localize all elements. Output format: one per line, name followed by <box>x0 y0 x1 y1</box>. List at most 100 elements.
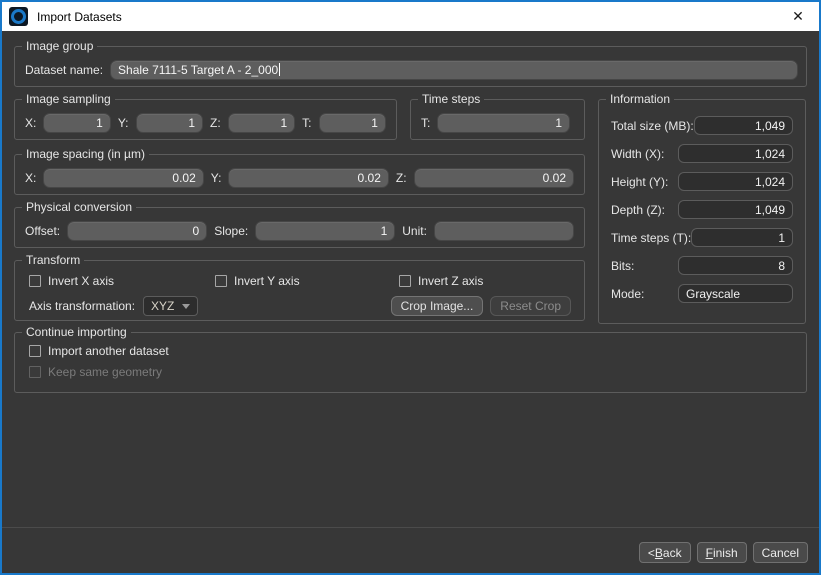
reset-crop-button: Reset Crop <box>490 296 571 316</box>
time-steps-t-label: T: <box>421 116 430 130</box>
keep-same-geometry-checkbox: Keep same geometry <box>29 365 162 379</box>
image-sampling-title: Image sampling <box>22 92 115 107</box>
image-group-title: Image group <box>22 39 97 54</box>
invert-y-axis-checkbox[interactable]: Invert Y axis <box>215 274 300 288</box>
close-icon: ✕ <box>792 8 804 25</box>
finish-button[interactable]: F inish <box>697 542 747 563</box>
info-time-steps-value: 1 <box>691 228 793 247</box>
spacing-z-label: Z: <box>396 171 407 185</box>
info-row-time-steps: Time steps (T): 1 <box>611 228 793 247</box>
dataset-name-input[interactable]: Shale 7111-5 Target A - 2_000 <box>110 60 798 80</box>
offset-label: Offset: <box>25 224 60 238</box>
app-logo-ring-icon <box>11 9 26 24</box>
checkbox-icon <box>29 345 41 357</box>
checkbox-icon <box>399 275 411 287</box>
info-row-mode: Mode: Grayscale <box>611 284 793 303</box>
information-section: Information Total size (MB): 1,049 Width… <box>598 99 806 324</box>
information-rows: Total size (MB): 1,049 Width (X): 1,024 … <box>599 100 805 303</box>
info-row-height: Height (Y): 1,024 <box>611 172 793 191</box>
back-button-rest: ack <box>663 546 682 560</box>
info-row-bits: Bits: 8 <box>611 256 793 275</box>
footer-separator <box>2 527 819 528</box>
finish-button-accelerator: F <box>706 546 713 560</box>
mode-value: Grayscale <box>678 284 793 303</box>
sampling-x-input[interactable]: 1 <box>43 113 110 133</box>
time-steps-t-input[interactable]: 1 <box>437 113 570 133</box>
image-group-section: Image group Dataset name: Shale 7111-5 T… <box>14 46 807 87</box>
chevron-down-icon <box>182 304 190 309</box>
cancel-button[interactable]: Cancel <box>753 542 808 563</box>
app-icon <box>9 7 28 26</box>
back-button-prefix: < <box>648 546 655 560</box>
back-button[interactable]: < B ack <box>639 542 691 563</box>
transform-section: Transform Invert X axis Invert Y axis In… <box>14 260 585 321</box>
width-value: 1,024 <box>678 144 793 163</box>
spacing-y-label: Y: <box>211 171 222 185</box>
spacing-z-input[interactable]: 0.02 <box>414 168 574 188</box>
crop-image-button[interactable]: Crop Image... <box>391 296 484 316</box>
sampling-t-label: T: <box>302 116 311 130</box>
mode-label: Mode: <box>611 287 644 301</box>
physical-conversion-title: Physical conversion <box>22 200 136 215</box>
invert-x-axis-checkbox[interactable]: Invert X axis <box>29 274 114 288</box>
info-time-steps-label: Time steps (T): <box>611 231 691 245</box>
invert-z-axis-label: Invert Z axis <box>418 274 483 288</box>
time-steps-section: Time steps T: 1 <box>410 99 585 140</box>
axis-transformation-value: XYZ <box>151 299 174 313</box>
continue-importing-section: Continue importing Import another datase… <box>14 332 807 393</box>
total-size-label: Total size (MB): <box>611 119 694 133</box>
dataset-name-value: Shale 7111-5 Target A - 2_000 <box>118 63 278 77</box>
invert-y-axis-label: Invert Y axis <box>234 274 300 288</box>
depth-label: Depth (Z): <box>611 203 665 217</box>
import-another-dataset-checkbox[interactable]: Import another dataset <box>29 344 169 358</box>
axis-transformation-row: Axis transformation: XYZ <box>29 296 198 316</box>
text-caret <box>279 63 280 76</box>
slope-label: Slope: <box>214 224 248 238</box>
import-datasets-dialog: Import Datasets ✕ Image group Dataset na… <box>0 0 821 575</box>
unit-input[interactable] <box>434 221 574 241</box>
continue-importing-title: Continue importing <box>22 325 131 340</box>
image-spacing-title: Image spacing (in µm) <box>22 147 149 162</box>
axis-transformation-dropdown[interactable]: XYZ <box>143 296 198 316</box>
axis-transformation-label: Axis transformation: <box>29 299 135 313</box>
import-another-dataset-label: Import another dataset <box>48 344 169 358</box>
spacing-y-input[interactable]: 0.02 <box>228 168 388 188</box>
sampling-z-label: Z: <box>210 116 221 130</box>
sampling-t-input[interactable]: 1 <box>319 113 386 133</box>
finish-button-rest: inish <box>713 546 738 560</box>
info-row-depth: Depth (Z): 1,049 <box>611 200 793 219</box>
spacing-x-input[interactable]: 0.02 <box>43 168 203 188</box>
titlebar: Import Datasets ✕ <box>2 2 819 31</box>
bits-label: Bits: <box>611 259 634 273</box>
dataset-name-row: Dataset name: Shale 7111-5 Target A - 2_… <box>15 47 806 86</box>
image-sampling-section: Image sampling X: 1 Y: 1 Z: 1 T: 1 <box>14 99 397 140</box>
keep-same-geometry-label: Keep same geometry <box>48 365 162 379</box>
sampling-x-label: X: <box>25 116 36 130</box>
unit-label: Unit: <box>402 224 427 238</box>
bits-value: 8 <box>678 256 793 275</box>
slope-input[interactable]: 1 <box>255 221 395 241</box>
footer-buttons: < B ack F inish Cancel <box>639 542 808 563</box>
width-label: Width (X): <box>611 147 664 161</box>
offset-input[interactable]: 0 <box>67 221 207 241</box>
physical-conversion-section: Physical conversion Offset: 0 Slope: 1 U… <box>14 207 585 248</box>
crop-buttons-row: Crop Image... Reset Crop <box>391 296 571 316</box>
image-spacing-section: Image spacing (in µm) X: 0.02 Y: 0.02 Z:… <box>14 154 585 195</box>
dataset-name-label: Dataset name: <box>25 63 103 77</box>
checkbox-icon <box>29 275 41 287</box>
spacing-x-label: X: <box>25 171 36 185</box>
back-button-accelerator: B <box>655 546 663 560</box>
dialog-body: Image group Dataset name: Shale 7111-5 T… <box>2 31 819 573</box>
transform-title: Transform <box>22 253 84 268</box>
close-button[interactable]: ✕ <box>777 2 819 31</box>
sampling-z-input[interactable]: 1 <box>228 113 295 133</box>
height-value: 1,024 <box>678 172 793 191</box>
sampling-y-label: Y: <box>118 116 129 130</box>
invert-z-axis-checkbox[interactable]: Invert Z axis <box>399 274 483 288</box>
information-title: Information <box>606 92 674 107</box>
height-label: Height (Y): <box>611 175 668 189</box>
sampling-y-input[interactable]: 1 <box>136 113 203 133</box>
depth-value: 1,049 <box>678 200 793 219</box>
checkbox-icon <box>215 275 227 287</box>
info-row-total-size: Total size (MB): 1,049 <box>611 116 793 135</box>
